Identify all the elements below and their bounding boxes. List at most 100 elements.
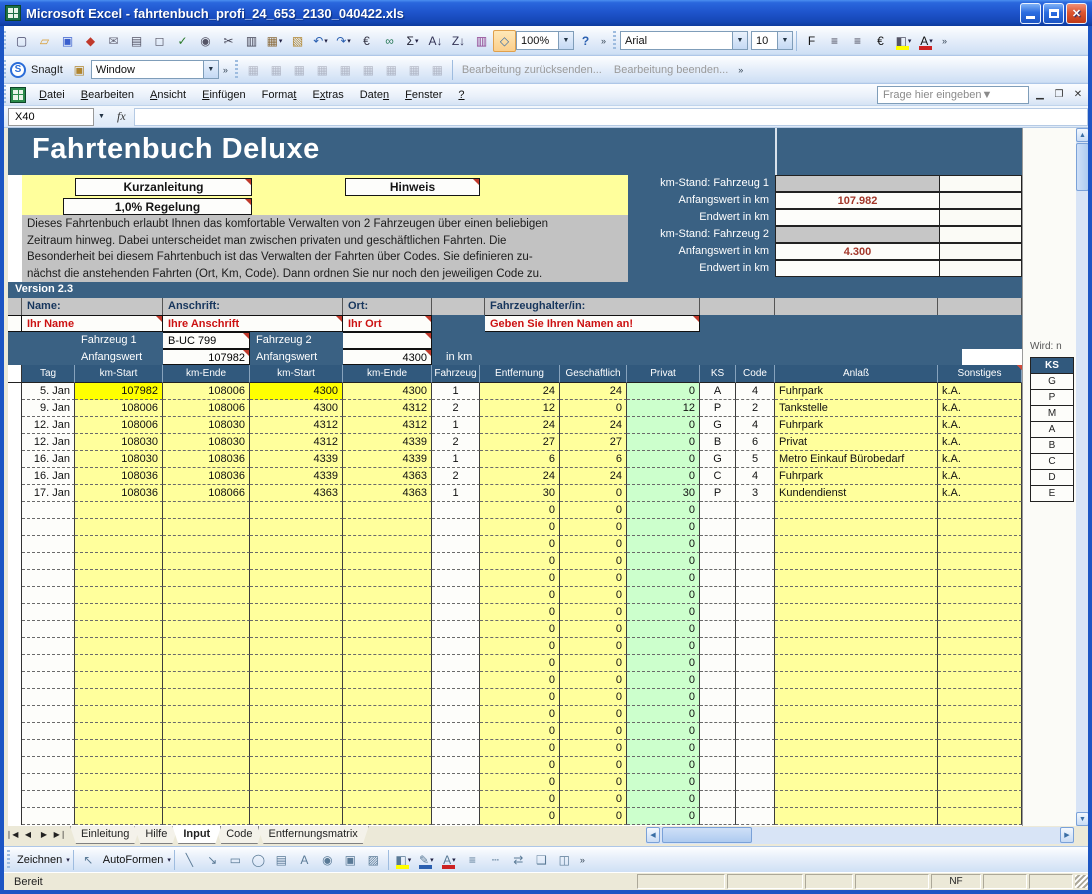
cell[interactable]: 24 xyxy=(560,468,627,485)
cell[interactable]: 0 xyxy=(480,672,560,689)
cell[interactable] xyxy=(75,791,163,808)
cell[interactable]: 4 xyxy=(736,468,775,485)
cell[interactable]: k.A. xyxy=(938,400,1022,417)
cell[interactable]: 16. Jan xyxy=(22,451,75,468)
cell[interactable] xyxy=(432,638,480,655)
cell[interactable] xyxy=(250,519,343,536)
cell[interactable] xyxy=(250,791,343,808)
cell[interactable] xyxy=(250,604,343,621)
cell[interactable] xyxy=(22,621,75,638)
cell[interactable] xyxy=(75,706,163,723)
cell[interactable]: 0 xyxy=(480,502,560,519)
cell[interactable]: 4363 xyxy=(343,485,432,502)
cell[interactable] xyxy=(775,689,938,706)
dropdown-icon[interactable]: ▾ xyxy=(408,856,412,864)
cell[interactable] xyxy=(736,808,775,825)
cell[interactable] xyxy=(22,536,75,553)
rectangle-icon[interactable]: ▭ xyxy=(224,849,247,871)
spelling-icon[interactable]: ✓ xyxy=(171,30,194,52)
cell[interactable] xyxy=(432,519,480,536)
cell[interactable]: k.A. xyxy=(938,468,1022,485)
cell[interactable] xyxy=(432,757,480,774)
cell[interactable]: 108006 xyxy=(163,400,250,417)
cell[interactable] xyxy=(938,638,1022,655)
cell[interactable]: 0 xyxy=(560,689,627,706)
cell[interactable]: G xyxy=(700,417,736,434)
cell[interactable]: 4363 xyxy=(250,485,343,502)
font-size-combo[interactable]: 10▼ xyxy=(751,31,793,50)
cell[interactable] xyxy=(432,570,480,587)
km-panel-blank-cell[interactable] xyxy=(940,226,1022,243)
cell[interactable]: 4300 xyxy=(250,383,343,400)
cell[interactable] xyxy=(22,689,75,706)
snagit-mode-combo[interactable]: Window▼ xyxy=(91,60,219,79)
cell[interactable] xyxy=(75,638,163,655)
cell[interactable]: 108006 xyxy=(75,400,163,417)
cell[interactable]: 4300 xyxy=(343,383,432,400)
finish-edit-button[interactable]: Bearbeitung beenden... xyxy=(608,64,734,76)
cell[interactable] xyxy=(938,587,1022,604)
toolbar-options-icon[interactable]: » xyxy=(597,36,610,46)
cell[interactable]: 24 xyxy=(480,468,560,485)
cell[interactable] xyxy=(736,706,775,723)
cell[interactable] xyxy=(938,757,1022,774)
cell[interactable]: 0 xyxy=(627,519,700,536)
cell[interactable]: 0 xyxy=(480,587,560,604)
save-icon[interactable]: ▣ xyxy=(56,30,79,52)
dropdown-icon[interactable]: ▾ xyxy=(279,37,283,45)
cell[interactable] xyxy=(938,519,1022,536)
tab-next-icon[interactable]: ▶ xyxy=(36,826,52,843)
cell[interactable]: 27 xyxy=(560,434,627,451)
cell[interactable]: 0 xyxy=(480,774,560,791)
column-header-fahrzeug[interactable]: Fahrzeug xyxy=(432,365,480,383)
cell[interactable]: 2 xyxy=(432,468,480,485)
euro-style-icon[interactable]: € xyxy=(869,30,892,52)
cell[interactable] xyxy=(163,570,250,587)
cell[interactable] xyxy=(343,740,432,757)
cell[interactable] xyxy=(736,604,775,621)
cell[interactable] xyxy=(343,655,432,672)
cell[interactable] xyxy=(343,519,432,536)
cell[interactable]: 0 xyxy=(627,655,700,672)
cell[interactable] xyxy=(736,553,775,570)
cell[interactable] xyxy=(22,706,75,723)
cell[interactable] xyxy=(700,621,736,638)
cell[interactable] xyxy=(250,689,343,706)
euro-converter-icon[interactable]: € xyxy=(355,30,378,52)
cell[interactable]: 4339 xyxy=(250,468,343,485)
cell[interactable] xyxy=(250,621,343,638)
cell[interactable] xyxy=(22,808,75,825)
tab-prev-icon[interactable]: ◀ xyxy=(20,826,36,843)
shadow-style-icon[interactable]: ❑ xyxy=(530,849,553,871)
cell[interactable]: 0 xyxy=(560,706,627,723)
column-header-kmstart[interactable]: km-Start xyxy=(75,365,163,383)
cell[interactable] xyxy=(163,689,250,706)
cell[interactable] xyxy=(775,808,938,825)
name-input-cell[interactable]: Ihr Name xyxy=(22,315,163,332)
cell[interactable] xyxy=(250,672,343,689)
cell[interactable] xyxy=(432,791,480,808)
cell[interactable] xyxy=(736,689,775,706)
cell[interactable] xyxy=(736,621,775,638)
cell[interactable]: 0 xyxy=(627,502,700,519)
cell[interactable] xyxy=(775,536,938,553)
cell[interactable] xyxy=(22,553,75,570)
cell[interactable]: 0 xyxy=(560,774,627,791)
column-header-kmende[interactable]: km-Ende xyxy=(163,365,250,383)
cell[interactable] xyxy=(163,757,250,774)
dropdown-icon[interactable]: ▾ xyxy=(908,37,912,45)
cell[interactable] xyxy=(736,757,775,774)
cell[interactable] xyxy=(22,740,75,757)
cell[interactable] xyxy=(700,536,736,553)
cell[interactable] xyxy=(163,774,250,791)
cell[interactable]: 0 xyxy=(560,740,627,757)
cell[interactable] xyxy=(343,638,432,655)
redo-icon[interactable]: ↷▾ xyxy=(332,30,355,52)
maximize-icon[interactable] xyxy=(1043,3,1064,24)
cell[interactable] xyxy=(736,655,775,672)
km-panel-value[interactable] xyxy=(775,209,940,226)
cell[interactable]: 108030 xyxy=(75,434,163,451)
autosum-icon[interactable]: Σ▾ xyxy=(401,30,424,52)
hyperlink-icon[interactable]: ∞ xyxy=(378,30,401,52)
cell[interactable]: 24 xyxy=(560,417,627,434)
